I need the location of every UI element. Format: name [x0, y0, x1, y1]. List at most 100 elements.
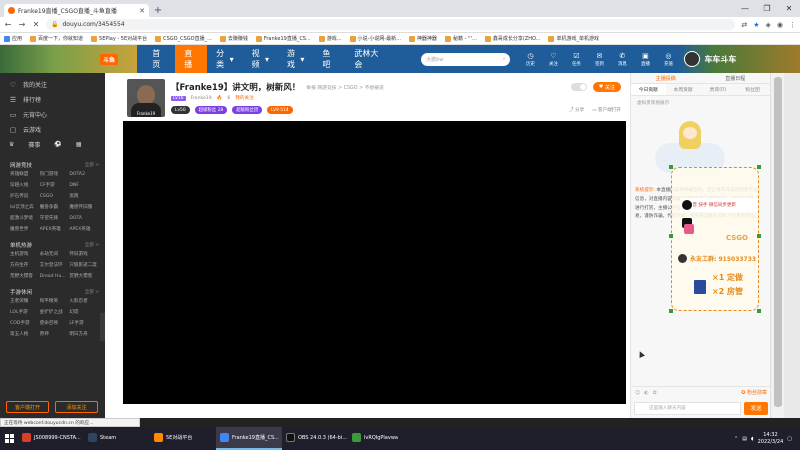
open-client-button[interactable]: 客户端打开 — [6, 401, 49, 413]
room-tag[interactable]: Lv50 — [171, 106, 190, 114]
taskbar-item[interactable]: Franke19直播_CS... — [216, 427, 282, 450]
category-link[interactable]: CSGO — [40, 192, 70, 201]
category-link[interactable]: 热门游戏 — [40, 170, 70, 179]
notification-icon[interactable]: ▢ — [787, 436, 792, 442]
extension-icon[interactable]: ◈ — [766, 21, 771, 29]
nav-fishbar[interactable]: 鱼吧 — [313, 45, 345, 73]
taskbar-item[interactable]: lvRQIgPlavwa — [348, 427, 414, 450]
category-link[interactable]: 只狼影逝二度 — [69, 261, 99, 270]
checkin-button[interactable]: ✉ 签到 — [589, 52, 609, 67]
category-link[interactable]: 逃跑 — [69, 192, 99, 201]
bookmark-star-icon[interactable]: ★ — [753, 21, 759, 29]
category-link[interactable]: 原神 — [40, 330, 70, 339]
sidebar-item-cloud-game[interactable]: ▢ 云游戏 — [0, 122, 105, 137]
forward-icon[interactable]: → — [18, 20, 26, 29]
category-link[interactable]: COD手游 — [10, 319, 40, 328]
profile-icon[interactable]: ◉ — [777, 21, 783, 29]
section-more-link[interactable]: 全部 > — [85, 162, 99, 168]
category-link[interactable]: 主机游戏 — [10, 250, 40, 259]
page-scrollbar[interactable] — [770, 73, 784, 418]
close-window-icon[interactable]: ✕ — [778, 0, 800, 17]
category-link[interactable]: 魔兽争霸 — [40, 203, 70, 212]
section-more-link[interactable]: 全部 > — [85, 242, 99, 248]
broadcast-button[interactable]: ▣ 直播 — [635, 52, 655, 67]
emoji-icon[interactable]: ☺ — [635, 390, 640, 396]
chat-input[interactable]: 这里输入聊天内容 — [634, 401, 741, 415]
sidebar-item-follow[interactable]: ♡ 我的关注 — [0, 77, 105, 92]
category-link[interactable]: 方舟生存 — [10, 261, 40, 270]
tab-fans[interactable]: 粉丝团 — [735, 84, 770, 95]
chevron-up-icon[interactable]: ⌃ — [734, 436, 738, 442]
nav-video[interactable]: 视频 ▾ — [243, 45, 278, 73]
user-banner[interactable]: 车车斗车 — [678, 45, 800, 73]
taskbar-item[interactable]: JS008999-CNSTA... — [18, 427, 84, 450]
schedule-link[interactable]: 直播日程 — [725, 75, 745, 82]
bookmark-item[interactable]: 去赚赚钱 — [219, 35, 248, 42]
messages-button[interactable]: ✆ 消息 — [612, 52, 632, 67]
category-link[interactable]: 第五人格 — [10, 330, 40, 339]
notify-toggle[interactable] — [570, 83, 587, 91]
anchor-avatar[interactable]: Franke19 — [127, 79, 165, 117]
sidebar-item-events[interactable]: 赛事 — [28, 140, 40, 149]
category-link[interactable]: 荒野大镖客 — [10, 272, 40, 281]
browser-tab[interactable]: Franke19直播_CSGO直播_斗鱼直播 ✕ — [4, 4, 149, 17]
category-link[interactable]: 超激斗梦境 — [10, 214, 40, 223]
category-link[interactable]: APEX英雄 — [40, 225, 70, 234]
category-link[interactable]: DNF — [69, 181, 99, 190]
maximize-icon[interactable]: ❐ — [756, 0, 778, 17]
category-link[interactable]: DOTA — [69, 214, 99, 223]
video-player[interactable] — [123, 121, 626, 404]
bookmark-item[interactable]: 鑫哥成长分享(ZHO... — [484, 35, 540, 42]
nav-games[interactable]: 游戏 ▾ — [278, 45, 313, 73]
back-icon[interactable]: ← — [4, 20, 12, 29]
nav-category[interactable]: 分类 ▾ — [207, 45, 242, 73]
category-link[interactable]: 火影忍者 — [69, 297, 99, 306]
menu-icon[interactable]: ⋮ — [789, 21, 796, 29]
nav-wulin[interactable]: 武林大会 — [345, 45, 391, 73]
category-link[interactable]: 幻塔 — [69, 308, 99, 317]
share-button[interactable]: ⤴ 分享 — [569, 107, 584, 113]
room-tag[interactable]: LV9 514 — [267, 106, 293, 114]
category-link[interactable]: 使命召唤 — [40, 319, 70, 328]
category-link[interactable]: LOL手游 — [10, 308, 40, 317]
category-link[interactable]: DOTA2 — [69, 170, 99, 179]
site-search-input[interactable]: 大鹏bw ⌕ — [421, 52, 511, 66]
site-logo[interactable]: 斗鱼 — [0, 45, 138, 73]
tasks-button[interactable]: ☑ 任务 — [566, 52, 586, 67]
category-link[interactable]: 和平精英 — [40, 297, 70, 306]
bookmark-item[interactable]: 神器神器 — [408, 35, 437, 42]
category-link[interactable]: APEX英雄 — [69, 225, 99, 234]
follow-list-button[interactable]: ♡ 关注 — [543, 52, 563, 67]
client-open-button[interactable]: ▭ 客户端打开 — [592, 107, 621, 113]
category-link[interactable]: 魔兽世界 — [10, 225, 40, 234]
history-button[interactable]: ◷ 历史 — [520, 52, 540, 67]
network-icon[interactable]: ▤ — [742, 436, 747, 442]
search-icon[interactable]: ⌕ — [503, 56, 506, 62]
category-link[interactable]: 怀旧游戏 — [69, 250, 99, 259]
category-link[interactable]: 英雄联盟 — [10, 170, 40, 179]
bookmark-item[interactable]: 秘籍 - '''... — [444, 35, 477, 42]
bookmark-item[interactable]: 游戏... — [318, 35, 342, 42]
user-avatar[interactable] — [684, 51, 701, 67]
gift-icon[interactable]: ✿ — [653, 390, 657, 396]
bookmark-item[interactable]: 单机游戏_单机游戏 — [548, 35, 599, 42]
room-tag[interactable]: 超级粉丝 28 — [194, 106, 228, 114]
category-link[interactable]: 守望先锋 — [40, 214, 70, 223]
follow-button[interactable]: ♥ 关注 — [592, 82, 621, 92]
section-more-link[interactable]: 全部 > — [85, 289, 99, 295]
room-tag[interactable]: 超级粉丝团 — [232, 106, 263, 114]
bookmark-item[interactable]: 百度一下，你就知道 — [30, 35, 83, 42]
new-tab-button[interactable]: + — [152, 4, 164, 17]
taskbar-item[interactable]: Steam — [84, 427, 150, 450]
category-link[interactable]: 炉石传说 — [10, 192, 40, 201]
stop-loading-icon[interactable]: ✕ — [32, 20, 40, 29]
translate-icon[interactable]: ⇄ — [741, 21, 747, 29]
category-link[interactable]: 魔兽怀旧服 — [69, 203, 99, 212]
url-field[interactable]: 🔒 douyu.com/3454554 — [46, 19, 736, 30]
category-link[interactable]: Dread Hu... — [40, 272, 70, 281]
send-button[interactable]: 发送 — [744, 401, 768, 415]
trophy-icon[interactable]: ♛ — [9, 141, 14, 148]
volume-icon[interactable]: ◖ — [751, 436, 754, 442]
category-link[interactable]: lol云顶之弈 — [10, 203, 40, 212]
category-link[interactable]: LF手游 — [69, 319, 99, 328]
